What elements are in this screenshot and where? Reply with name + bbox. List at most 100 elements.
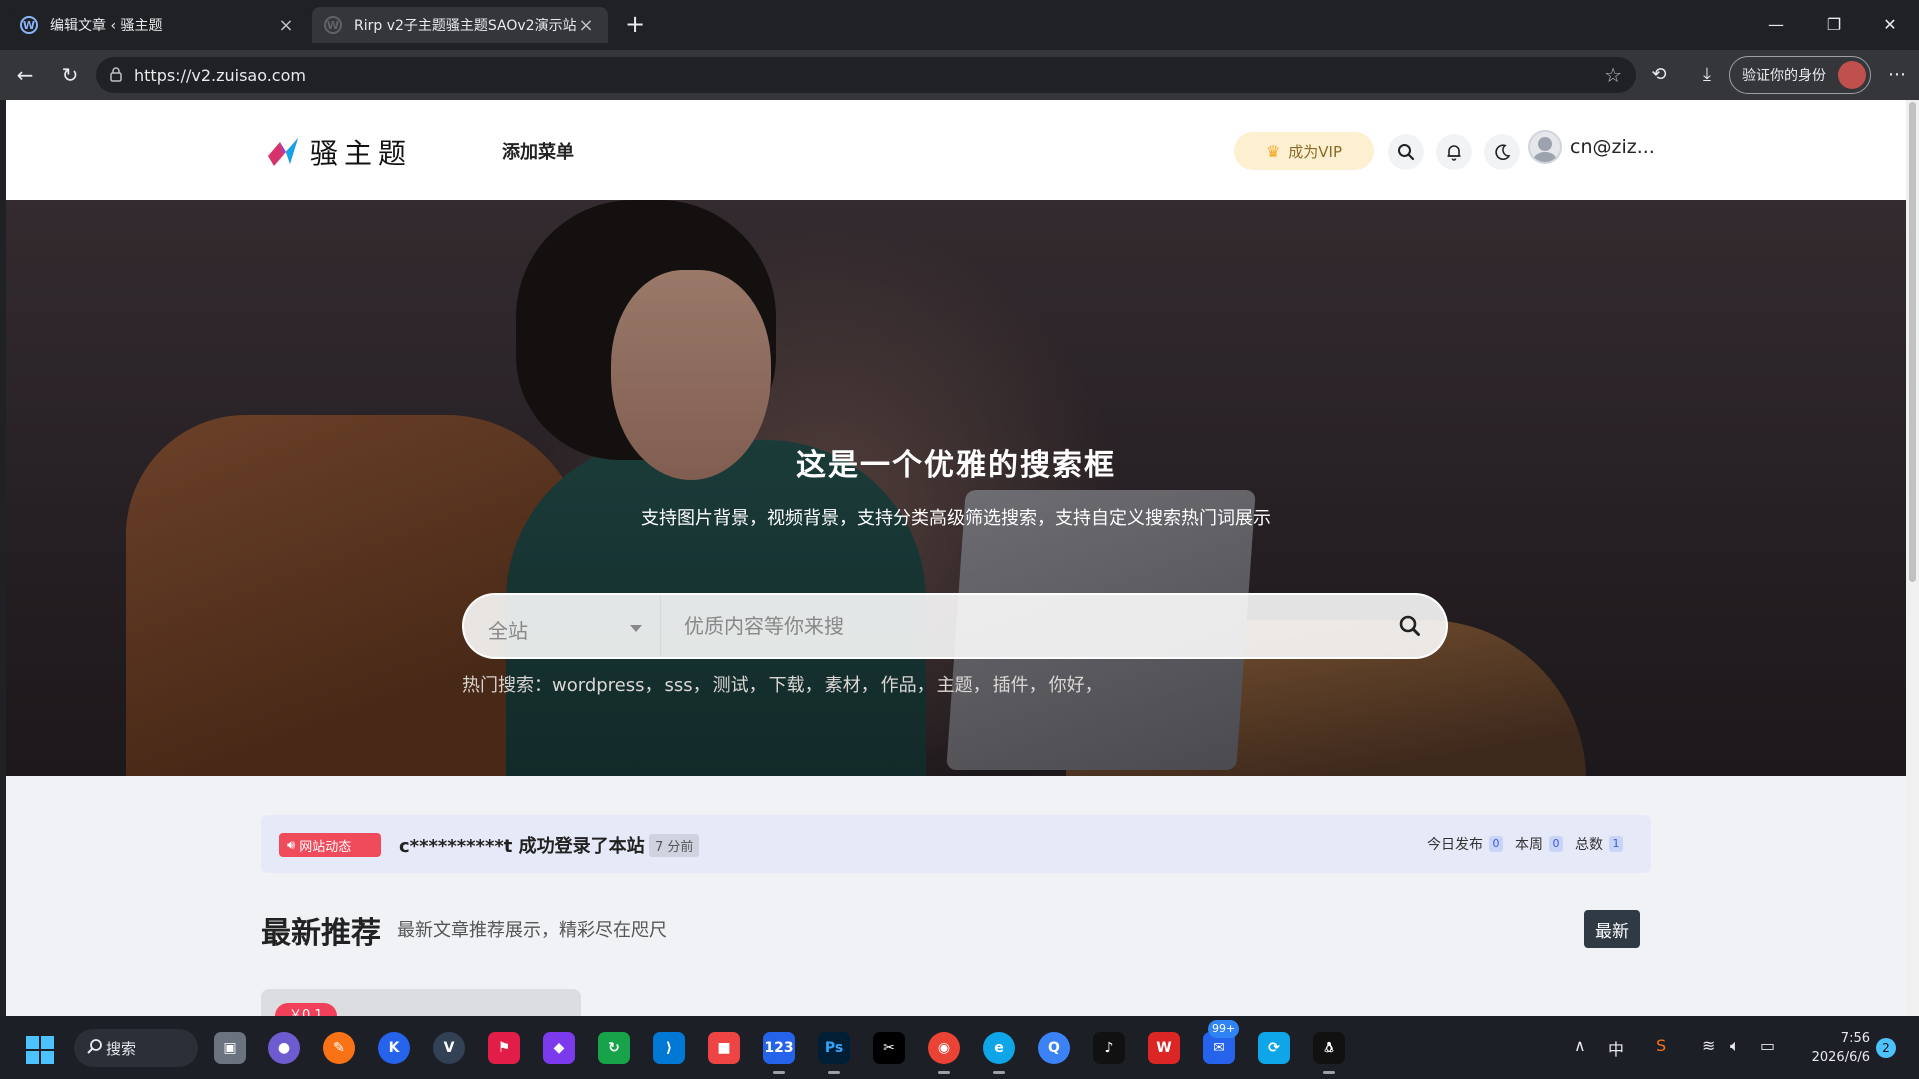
- wifi-icon[interactable]: ≋: [1702, 1036, 1715, 1055]
- back-button[interactable]: ←: [10, 60, 40, 90]
- more-menu-icon[interactable]: ⋯: [1882, 60, 1912, 90]
- user-menu[interactable]: cn@ziz...: [1528, 130, 1655, 164]
- site-activity-ticker: 🔊︎ 网站动态 c**********t 成功登录了本站 7 分前 今日发布 0…: [261, 815, 1651, 873]
- dark-mode-toggle[interactable]: [1484, 134, 1520, 170]
- hot-keyword[interactable]: sss，: [665, 671, 711, 697]
- scrollbar-thumb[interactable]: [1909, 102, 1916, 582]
- section-subtitle: 最新文章推荐展示，精彩尽在咫尺: [397, 920, 667, 941]
- hero-subtitle: 支持图片背景，视频背景，支持分类高级筛选搜索，支持自定义搜索热门词展示: [641, 508, 1271, 529]
- hot-keyword[interactable]: 插件，: [993, 671, 1047, 697]
- qq-icon[interactable]: 🐧︎: [1313, 1032, 1345, 1074]
- stat-week-value: 0: [1549, 836, 1563, 852]
- app-red-icon[interactable]: ■: [708, 1032, 740, 1064]
- app-search-blue-icon[interactable]: Q: [1038, 1032, 1070, 1064]
- search-icon: [1398, 144, 1415, 161]
- kugou-icon[interactable]: K: [378, 1032, 410, 1064]
- browser-titlebar: W 编辑文章 ‹ 骚主题 × W Rirp v2子主题骚主题SAOv2演示站 ×…: [0, 0, 1919, 50]
- downloads-icon[interactable]: ⤓: [1692, 60, 1722, 90]
- windows-taskbar: 搜索 ▣ ● ✎ K V ⚑ ◆ ↻ ⟩ ■ 123 Ps ✂ ◉ e Q ♪ …: [0, 1016, 1919, 1079]
- latest-filter-button[interactable]: 最新: [1584, 910, 1640, 948]
- taskbar-search-label: 搜索: [106, 1039, 137, 1058]
- restore-button[interactable]: ❐: [1814, 10, 1854, 40]
- hero-banner: 这是一个优雅的搜索框 支持图片背景，视频背景，支持分类高级筛选搜索，支持自定义搜…: [6, 200, 1906, 776]
- close-tab-icon[interactable]: ×: [276, 15, 296, 36]
- post-card[interactable]: ￥0.1: [261, 989, 581, 1016]
- taskbar-clock[interactable]: 7:56 2026/6/6: [1800, 1029, 1870, 1067]
- windows-start-icon[interactable]: [25, 1035, 55, 1065]
- battery-icon[interactable]: ▭: [1760, 1036, 1775, 1055]
- site-header: 骚主题 添加菜单 ♛ 成为VIP cn@ziz...: [6, 100, 1906, 200]
- profile-button[interactable]: 验证你的身份: [1729, 56, 1871, 94]
- tray-expand-icon[interactable]: ∧: [1574, 1036, 1586, 1055]
- stat-week-label: 本周: [1515, 837, 1543, 853]
- search-button[interactable]: [1388, 134, 1424, 170]
- search-divider: [660, 595, 661, 657]
- hot-keyword[interactable]: 素材，: [825, 671, 879, 697]
- app-orange-icon[interactable]: ✎: [323, 1032, 355, 1064]
- search-submit-icon[interactable]: [1396, 612, 1424, 640]
- tiktok-icon[interactable]: ♪: [1093, 1032, 1125, 1064]
- app-green-icon[interactable]: ↻: [598, 1032, 630, 1064]
- new-tab-button[interactable]: +: [620, 10, 650, 40]
- tab-edit-post[interactable]: W 编辑文章 ‹ 骚主题 ×: [8, 7, 308, 43]
- hot-searches: 热门搜索： wordpress， sss， 测试， 下载， 素材， 作品， 主题…: [462, 671, 1105, 697]
- search-input[interactable]: [684, 609, 1364, 643]
- hero-search-box: 全站: [462, 593, 1448, 659]
- notification-count[interactable]: 2: [1876, 1038, 1896, 1058]
- section-title: 最新推荐: [261, 916, 381, 951]
- app-purple-icon[interactable]: ◆: [543, 1032, 575, 1064]
- close-tab-icon[interactable]: ×: [576, 15, 596, 36]
- logo-text: 骚主题: [310, 137, 413, 170]
- notification-button[interactable]: [1436, 134, 1472, 170]
- address-bar[interactable]: https://v2.zuisao.com ☆: [96, 57, 1636, 93]
- add-menu-link[interactable]: 添加菜单: [502, 138, 574, 164]
- chevron-down-icon[interactable]: [630, 625, 642, 632]
- hero-title: 这是一个优雅的搜索框: [796, 448, 1116, 483]
- volume-icon[interactable]: 🔈︎: [1730, 1036, 1740, 1056]
- vscode-icon[interactable]: ⟩: [653, 1032, 685, 1064]
- sogou-icon[interactable]: S: [1656, 1036, 1666, 1055]
- hot-keyword[interactable]: 作品，: [881, 671, 935, 697]
- site-logo[interactable]: 骚主题: [264, 132, 412, 172]
- wps-icon[interactable]: W: [1148, 1032, 1180, 1064]
- search-scope-select[interactable]: 全站: [488, 615, 528, 644]
- user-avatar: [1528, 130, 1562, 164]
- reload-button[interactable]: ↻: [55, 60, 85, 90]
- photoshop-icon[interactable]: Ps: [818, 1032, 850, 1074]
- url-text[interactable]: https://v2.zuisao.com: [134, 66, 306, 85]
- profile-avatar: [1838, 61, 1866, 89]
- hot-keyword[interactable]: 下载，: [769, 671, 823, 697]
- clock-time: 7:56: [1840, 1031, 1870, 1046]
- activity-badge-label: 网站动态: [299, 839, 352, 855]
- close-window-button[interactable]: ✕: [1870, 10, 1910, 40]
- web-page: 骚主题 添加菜单 ♛ 成为VIP cn@ziz... 这是一个优雅的搜索框 支持…: [6, 100, 1906, 1016]
- wordpress-icon: W: [324, 16, 342, 34]
- search-icon: [87, 1039, 102, 1054]
- activity-badge: 🔊︎ 网站动态: [279, 833, 381, 857]
- lock-icon[interactable]: [108, 66, 124, 82]
- activity-message[interactable]: c**********t 成功登录了本站: [399, 832, 645, 858]
- username: cn@ziz...: [1570, 136, 1655, 158]
- task-view-icon[interactable]: ▣: [214, 1032, 246, 1064]
- stat-today-value: 0: [1489, 836, 1503, 852]
- taskbar-search[interactable]: 搜索: [74, 1029, 198, 1067]
- app-refresh-icon[interactable]: ⟳: [1258, 1032, 1290, 1064]
- meet-app-icon[interactable]: ●: [268, 1032, 300, 1064]
- hot-keyword[interactable]: 你好，: [1049, 671, 1103, 697]
- bookmark-star-icon[interactable]: ☆: [1604, 63, 1622, 87]
- tab-demo-site[interactable]: W Rirp v2子主题骚主题SAOv2演示站 ×: [312, 7, 608, 43]
- app-v-icon[interactable]: V: [433, 1032, 465, 1064]
- capcut-icon[interactable]: ✂: [873, 1032, 905, 1064]
- app-flag-icon[interactable]: ⚑: [488, 1032, 520, 1064]
- chrome-icon[interactable]: ◉: [928, 1032, 960, 1074]
- page-scrollbar[interactable]: [1906, 100, 1919, 1016]
- history-icon[interactable]: ⟲: [1644, 60, 1674, 90]
- edge-icon[interactable]: e: [983, 1032, 1015, 1074]
- hot-keyword[interactable]: 测试，: [713, 671, 767, 697]
- become-vip-button[interactable]: ♛ 成为VIP: [1234, 132, 1374, 170]
- ime-indicator[interactable]: 中: [1608, 1036, 1624, 1060]
- hot-keyword[interactable]: 主题，: [937, 671, 991, 697]
- app-123-icon[interactable]: 123: [763, 1032, 795, 1074]
- hot-keyword[interactable]: wordpress，: [552, 671, 663, 697]
- minimize-button[interactable]: —: [1756, 10, 1796, 40]
